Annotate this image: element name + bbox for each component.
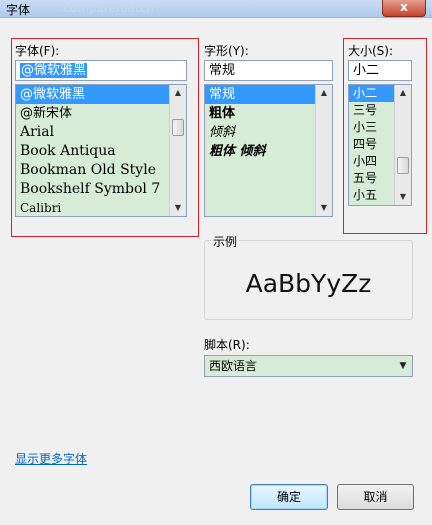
font-list-item[interactable]: Book Antiqua — [16, 142, 169, 161]
font-list-item[interactable]: Bookshelf Symbol 7 — [16, 180, 169, 199]
font-list-item[interactable]: Arial — [16, 123, 169, 142]
style-input-value: 常规 — [209, 63, 236, 78]
size-list-item[interactable]: 小二 — [349, 85, 394, 102]
preview-legend: 示例 — [211, 233, 240, 250]
script-select-value: 西欧语言 — [209, 359, 258, 373]
style-list-item[interactable]: 粗体 倾斜 — [205, 142, 315, 161]
font-input-value: @微软雅黑 — [20, 63, 88, 78]
font-list-item[interactable]: @新宋体 — [16, 104, 169, 123]
window-title: 字体 — [6, 3, 31, 17]
size-scroll-thumb[interactable] — [397, 157, 409, 174]
style-input[interactable]: 常规 — [204, 60, 333, 81]
preview-group: 示例 AaBbYyZz — [204, 233, 413, 320]
font-label: 字体(F): — [15, 44, 60, 58]
font-scroll-thumb[interactable] — [172, 119, 184, 136]
size-list-item[interactable]: 三号 — [349, 102, 394, 119]
window-title-background-text: ...compare/batch — [52, 1, 155, 15]
ok-button[interactable]: 确定 — [250, 484, 328, 510]
font-dialog: 字体 ...compare/batch x 字体(F): @微软雅黑 @微软雅黑… — [0, 0, 432, 525]
font-list-item[interactable]: Calibri — [16, 199, 169, 216]
style-scrollbar[interactable]: ▲ ▼ — [315, 85, 332, 216]
size-list-item[interactable]: 四号 — [349, 136, 394, 153]
cancel-button[interactable]: 取消 — [337, 484, 414, 510]
style-listbox[interactable]: 常规 粗体 倾斜 粗体 倾斜 ▲ ▼ — [204, 84, 333, 217]
font-scrollbar[interactable]: ▲ ▼ — [169, 85, 186, 216]
font-list-item[interactable]: @微软雅黑 — [16, 85, 169, 104]
scroll-up-icon[interactable]: ▲ — [170, 85, 186, 101]
font-listbox[interactable]: @微软雅黑 @新宋体 Arial Book Antiqua Bookman Ol… — [15, 84, 187, 217]
close-icon: x — [400, 0, 408, 14]
scroll-up-icon[interactable]: ▲ — [395, 85, 411, 101]
size-input-value: 小二 — [353, 63, 380, 78]
size-list-item[interactable]: 小三 — [349, 119, 394, 136]
preview-sample-text: AaBbYyZz — [245, 269, 372, 298]
size-listbox[interactable]: 小二 三号 小三 四号 小四 五号 小五 ▲ ▼ — [348, 84, 412, 206]
size-input[interactable]: 小二 — [348, 60, 412, 81]
chevron-down-icon[interactable]: ▼ — [394, 356, 412, 376]
size-list-item[interactable]: 五号 — [349, 170, 394, 187]
show-more-fonts-link[interactable]: 显示更多字体 — [15, 450, 87, 467]
size-list-item[interactable]: 小五 — [349, 187, 394, 204]
style-list-item[interactable]: 粗体 — [205, 104, 315, 123]
script-select[interactable]: 西欧语言 ▼ — [204, 355, 413, 377]
font-list-item[interactable]: Bookman Old Style — [16, 161, 169, 180]
scroll-up-icon[interactable]: ▲ — [316, 85, 332, 101]
font-input[interactable]: @微软雅黑 — [15, 60, 187, 81]
size-list-item[interactable]: 小四 — [349, 153, 394, 170]
title-bar: 字体 ...compare/batch x — [0, 0, 432, 18]
scroll-down-icon[interactable]: ▼ — [170, 200, 186, 216]
script-label: 脚本(R): — [204, 338, 250, 352]
scroll-down-icon[interactable]: ▼ — [395, 189, 411, 205]
style-list-item[interactable]: 常规 — [205, 85, 315, 104]
style-list-item[interactable]: 倾斜 — [205, 123, 315, 142]
scroll-down-icon[interactable]: ▼ — [316, 200, 332, 216]
size-label: 大小(S): — [348, 44, 394, 58]
style-label: 字形(Y): — [204, 44, 249, 58]
close-button[interactable]: x — [382, 0, 426, 17]
size-scrollbar[interactable]: ▲ ▼ — [394, 85, 411, 205]
